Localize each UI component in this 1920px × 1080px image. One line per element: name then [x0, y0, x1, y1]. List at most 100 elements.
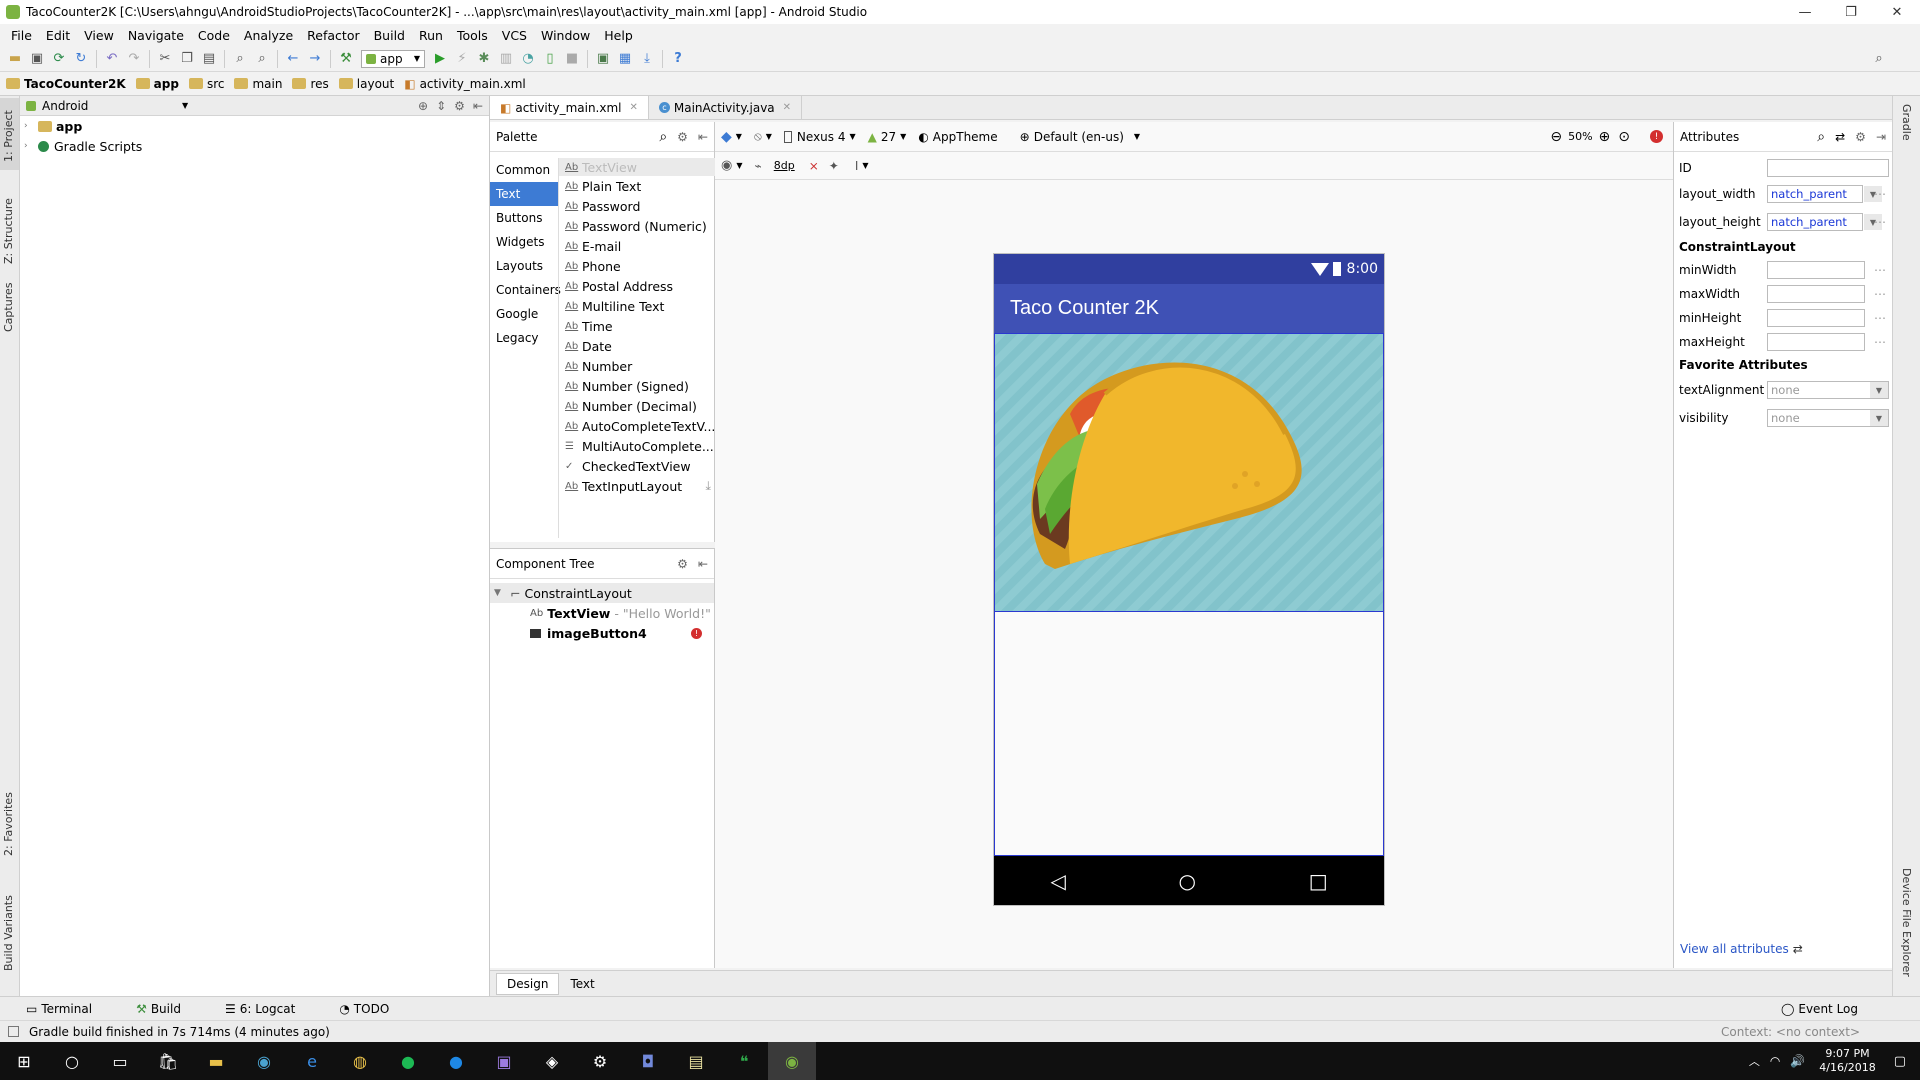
infer-constraints-icon[interactable]: ✦	[829, 159, 839, 173]
avd-manager-icon[interactable]: ▣	[592, 48, 614, 70]
messenger-icon[interactable]: ●	[432, 1042, 480, 1080]
clear-constraints-icon[interactable]: ⨯	[809, 159, 819, 173]
breadcrumb-main[interactable]: main	[234, 77, 282, 91]
breadcrumb-res[interactable]: res	[292, 77, 329, 91]
find-icon[interactable]: ⌕	[229, 48, 251, 70]
steam-icon[interactable]: ⚙	[576, 1042, 624, 1080]
chevron-down-icon[interactable]: ▼	[900, 132, 906, 141]
gear-icon[interactable]: ⚙	[454, 99, 465, 113]
close-tab-icon[interactable]: ✕	[630, 102, 638, 113]
maxheight-field[interactable]	[1767, 333, 1865, 351]
visibility-select[interactable]: none ▼	[1767, 409, 1889, 427]
palette-item[interactable]: Ab Number (Decimal)	[559, 396, 715, 416]
autoconnect-icon[interactable]: ⌁	[755, 159, 762, 173]
discord-icon[interactable]: ◘	[624, 1042, 672, 1080]
android-studio-taskbar-icon[interactable]: ◉	[768, 1042, 816, 1080]
taskbar-clock[interactable]: 9:07 PM 4/16/2018	[1819, 1047, 1875, 1075]
replace-icon[interactable]: ⌕	[251, 48, 273, 70]
logcat-button[interactable]: ☰ 6: Logcat	[225, 1002, 317, 1016]
breadcrumb-app[interactable]: app	[135, 77, 179, 91]
build-variants-tool-tab[interactable]: Build Variants	[2, 895, 15, 971]
palette-item[interactable]: Ab Date	[559, 336, 715, 356]
sdk-manager-icon[interactable]: ⤓	[636, 48, 658, 70]
undo-icon[interactable]: ↶	[101, 48, 123, 70]
zoom-out-icon[interactable]: ⊖	[1550, 129, 1562, 145]
run-icon[interactable]: ▶	[429, 48, 451, 70]
align-icon[interactable]: Ⅰ	[855, 159, 859, 173]
orientation-icon[interactable]: ⦸	[754, 129, 762, 144]
palette-item[interactable]: Ab Multiline Text	[559, 296, 715, 316]
palette-category-legacy[interactable]: Legacy	[490, 326, 558, 350]
palette-item[interactable]: ✓ CheckedTextView	[559, 456, 715, 476]
tree-item-gradle-scripts[interactable]: › Gradle Scripts	[20, 136, 489, 156]
zoom-in-icon[interactable]: ⊕	[1599, 129, 1611, 145]
palette-category-layouts[interactable]: Layouts	[490, 254, 558, 278]
unity-icon[interactable]: ◈	[528, 1042, 576, 1080]
menu-refactor[interactable]: Refactor	[300, 28, 366, 43]
expand-arrow-icon[interactable]: ›	[24, 121, 38, 131]
restore-button[interactable]: ❐	[1828, 0, 1874, 24]
breadcrumb-layout[interactable]: layout	[338, 77, 394, 91]
eye-icon[interactable]: ◉	[721, 158, 732, 173]
tree-item-app[interactable]: › app	[20, 116, 489, 136]
more-icon[interactable]: ⋯	[1874, 311, 1886, 325]
menu-navigate[interactable]: Navigate	[121, 28, 191, 43]
error-icon[interactable]: !	[1650, 130, 1663, 143]
chevron-down-icon[interactable]: ▼	[849, 132, 855, 141]
collapse-icon[interactable]: ⇕	[436, 99, 446, 113]
store-icon[interactable]: 🛍	[144, 1042, 192, 1080]
gradle-tool-tab[interactable]: Gradle	[1900, 104, 1913, 141]
zoom-fit-icon[interactable]: ⊙	[1618, 129, 1630, 145]
collapse-arrow-icon[interactable]: ▼	[494, 588, 510, 598]
more-icon[interactable]: ⋯	[1874, 187, 1886, 201]
layout-width-field[interactable]: natch_parent ▼	[1767, 185, 1882, 203]
hide-icon[interactable]: ⇤	[698, 130, 708, 144]
palette-item[interactable]: Ab Password (Numeric)	[559, 216, 715, 236]
chevron-down-icon[interactable]: ▼	[182, 101, 188, 110]
palette-item[interactable]: Ab Phone	[559, 256, 715, 276]
menu-tools[interactable]: Tools	[450, 28, 495, 43]
wifi-tray-icon[interactable]: ◠	[1770, 1054, 1780, 1068]
project-tool-tab[interactable]: 1: Project	[2, 110, 15, 162]
context-indicator[interactable]: Context: <no context>	[1721, 1025, 1860, 1039]
layout-height-field[interactable]: natch_parent ▼	[1767, 213, 1882, 231]
debug-icon[interactable]: ✱	[473, 48, 495, 70]
profile-icon[interactable]: ◔	[517, 48, 539, 70]
menu-vcs[interactable]: VCS	[495, 28, 534, 43]
palette-item[interactable]: Ab Plain Text	[559, 176, 715, 196]
gear-icon[interactable]: ⚙	[677, 557, 688, 571]
palette-category-text[interactable]: Text	[490, 182, 558, 206]
gear-icon[interactable]: ⚙	[677, 130, 688, 144]
menu-file[interactable]: File	[4, 28, 39, 43]
theme-select[interactable]: AppTheme	[933, 130, 998, 144]
apply-changes-icon[interactable]: ⚡	[451, 48, 473, 70]
terminal-button[interactable]: ▭ Terminal	[26, 1002, 114, 1016]
chevron-down-icon[interactable]: ▼	[766, 132, 772, 141]
captures-tool-tab[interactable]: Captures	[2, 283, 15, 332]
edge-icon[interactable]: e	[288, 1042, 336, 1080]
chevron-down-icon[interactable]: ▼	[862, 161, 868, 170]
more-icon[interactable]: ⋯	[1874, 215, 1886, 229]
sync-icon[interactable]: ⟳	[48, 48, 70, 70]
menu-build[interactable]: Build	[367, 28, 412, 43]
copy-icon[interactable]: ❐	[176, 48, 198, 70]
back-icon[interactable]: ←	[282, 48, 304, 70]
id-field[interactable]	[1767, 159, 1889, 177]
recents-nav-icon[interactable]: □	[1309, 869, 1328, 893]
palette-item[interactable]: Ab TextInputLayout ⤓	[559, 476, 715, 496]
tree-item-textview[interactable]: Ab TextView - "Hello World!"	[490, 603, 714, 623]
device-file-explorer-tool-tab[interactable]: Device File Explorer	[1900, 868, 1913, 977]
expand-arrow-icon[interactable]: ›	[24, 141, 38, 151]
breadcrumb-src[interactable]: src	[188, 77, 224, 91]
forward-icon[interactable]: →	[304, 48, 326, 70]
home-nav-icon[interactable]: ○	[1179, 869, 1196, 893]
save-icon[interactable]: ▣	[26, 48, 48, 70]
api-level-select[interactable]: 27	[881, 130, 896, 144]
task-view-icon[interactable]: ▭	[96, 1042, 144, 1080]
chevron-down-icon[interactable]: ▼	[736, 161, 742, 170]
search-icon[interactable]: ○	[48, 1042, 96, 1080]
tab-activity-main-xml[interactable]: ◧ activity_main.xml ✕	[490, 96, 649, 119]
windows-start-icon[interactable]: ⊞	[0, 1042, 48, 1080]
chrome-icon[interactable]: ◍	[336, 1042, 384, 1080]
palette-item[interactable]: Ab Number (Signed)	[559, 376, 715, 396]
